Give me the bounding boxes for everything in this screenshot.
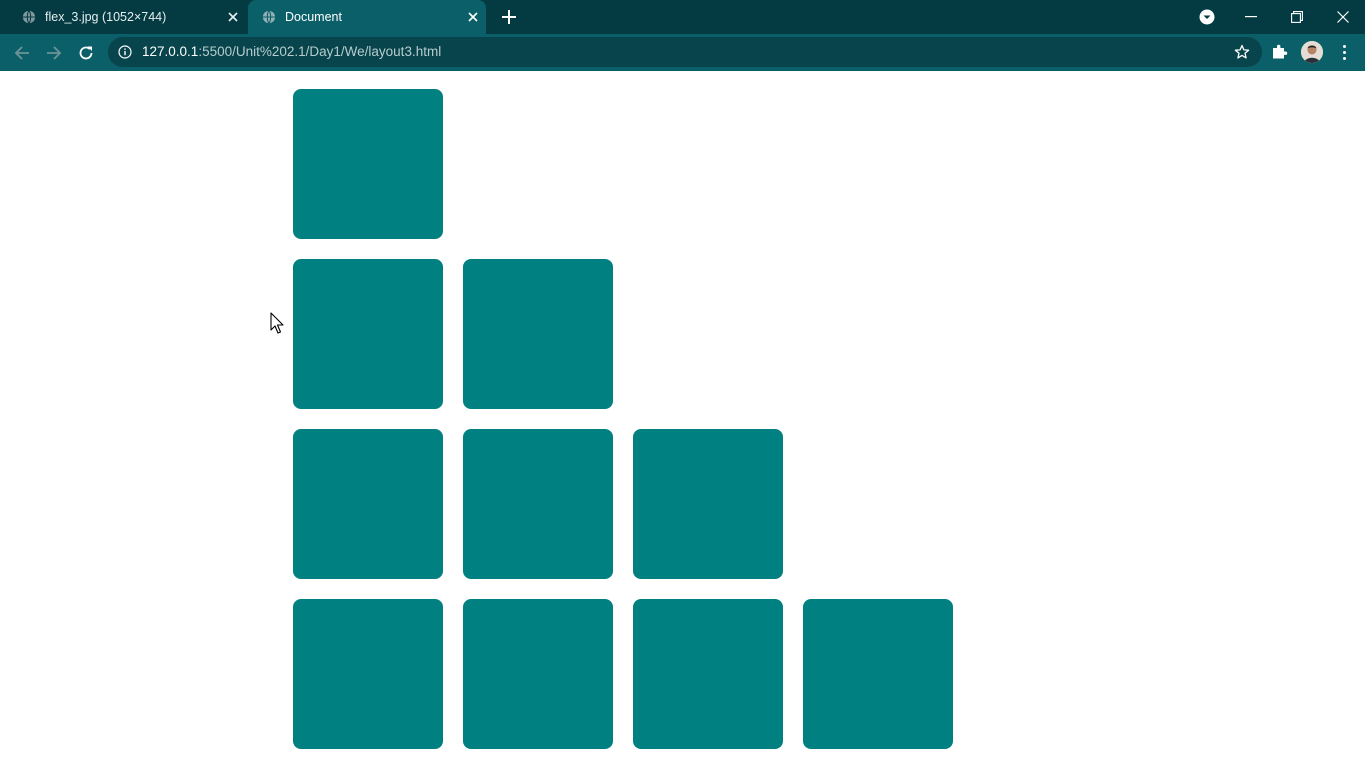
arrow-left-icon: [14, 46, 29, 60]
flex-box-item: [293, 259, 443, 409]
close-tab-icon[interactable]: [462, 6, 484, 28]
forward-button[interactable]: [40, 39, 68, 67]
flex-box-item: [293, 89, 443, 239]
restore-button[interactable]: [1274, 0, 1320, 34]
url-text[interactable]: 127.0.0.1:5500/Unit%202.1/Day1/We/layout…: [142, 44, 441, 59]
flex-box-item: [633, 429, 783, 579]
tab-strip: flex_3.jpg (1052×744) Document: [0, 0, 1365, 34]
tab-flex-image[interactable]: flex_3.jpg (1052×744): [8, 0, 246, 34]
url-host: 127.0.0.1: [142, 44, 199, 59]
flex-box-item: [293, 599, 443, 749]
profile-avatar[interactable]: [1301, 41, 1323, 63]
page-content: [0, 71, 1365, 767]
back-button[interactable]: [8, 39, 36, 67]
minimize-icon: [1245, 16, 1257, 18]
kebab-menu-icon[interactable]: [1336, 43, 1352, 61]
plus-icon: [502, 10, 516, 24]
globe-icon: [262, 10, 276, 24]
minimize-button[interactable]: [1228, 0, 1274, 34]
url-path: :5500/Unit%202.1/Day1/We/layout3.html: [198, 44, 442, 59]
close-icon: [1337, 11, 1349, 23]
mouse-cursor-icon: [270, 312, 284, 334]
flex-box-item: [633, 599, 783, 749]
avatar-icon: [1301, 41, 1323, 63]
reload-icon: [79, 46, 93, 60]
flex-box-item: [463, 429, 613, 579]
flex-box-item: [803, 599, 953, 749]
tab-document[interactable]: Document: [248, 0, 486, 34]
puzzle-icon[interactable]: [1270, 43, 1288, 61]
browser-toolbar: 127.0.0.1:5500/Unit%202.1/Day1/We/layout…: [0, 34, 1365, 71]
close-window-button[interactable]: [1320, 0, 1365, 34]
tab-search-button[interactable]: [1184, 0, 1230, 34]
arrow-right-icon: [47, 46, 62, 60]
close-tab-icon[interactable]: [222, 6, 244, 28]
new-tab-button[interactable]: [497, 5, 521, 29]
info-icon[interactable]: [118, 45, 132, 59]
tab-title: Document: [285, 10, 342, 24]
restore-icon: [1291, 11, 1303, 23]
flex-box-item: [463, 599, 613, 749]
star-icon[interactable]: [1234, 44, 1250, 60]
flex-box-item: [293, 429, 443, 579]
globe-icon: [22, 10, 36, 24]
reload-button[interactable]: [72, 39, 100, 67]
flex-box-item: [463, 259, 613, 409]
tab-title: flex_3.jpg (1052×744): [45, 10, 167, 24]
address-bar[interactable]: 127.0.0.1:5500/Unit%202.1/Day1/We/layout…: [108, 37, 1262, 67]
chevron-down-icon: [1199, 9, 1215, 25]
